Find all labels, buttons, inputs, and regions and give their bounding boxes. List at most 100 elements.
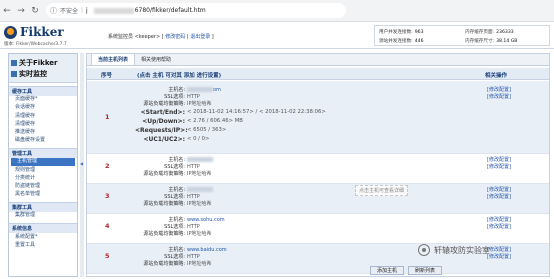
edit-config-link[interactable]: [修改配置] (487, 247, 511, 254)
change-password-link[interactable]: 修改密码 (165, 34, 185, 40)
forward-icon[interactable]: → (14, 4, 28, 18)
sidebar-section-system: 系统信息 (9, 223, 77, 234)
url-prefix: j (86, 7, 88, 14)
table-row: 2 主机名: SSL选项: 源站负载均衡策略: HTTP IP地址哈希 [修改配置] … (87, 154, 549, 184)
row-values: www.baidu.com HTTP IP地址哈希 (187, 247, 407, 268)
version-label: 版本: Fikker/Webcache/3.7.7 (4, 42, 67, 47)
sidebar: 关于Fikker 实时监控 缓存工具 页面缓存* 会话缓存 清理缓存 清理缓存 … (8, 53, 78, 277)
row-num: 2 (105, 162, 110, 170)
back-icon[interactable]: ← (0, 4, 14, 18)
host-name-link[interactable]: om (187, 87, 407, 94)
sidebar-item-rule-manage[interactable]: 规则管理 (9, 166, 77, 174)
edit-config-link-2[interactable]: [修改配置] (487, 254, 511, 261)
info-icon[interactable]: ⓘ (50, 6, 57, 16)
monitor-bar: 系统监控员 <keeper> [ 修改密码 | 退出登录 ] (108, 34, 214, 40)
tab-host-list[interactable]: 当前主机列表 (91, 54, 136, 65)
sidebar-item-cluster[interactable]: 集群管理 (9, 212, 77, 220)
page-header: Fikker 版本: Fikker/Webcache/3.7.7 系统监控员 <… (0, 22, 554, 49)
row-values: HTTP IP地址哈希 (187, 157, 407, 178)
row-values: www.sohu.com HTTP IP地址哈希 (187, 217, 407, 238)
stats-panel: 用户并发连接数: 963 内存缓存页面: 236333 源站并发连接数: 446 内存… (374, 25, 550, 46)
monitor-user: 系统监控员 <keeper> (108, 34, 161, 40)
logo-icon (4, 25, 17, 39)
edit-config-link-2[interactable]: [修改配置] (487, 94, 511, 101)
logo-text: Fikker (20, 25, 64, 39)
add-host-button[interactable]: 添加主机 (370, 266, 405, 275)
sidebar-item-clear-cache-2[interactable]: 清理缓存 (9, 121, 77, 129)
col-num: 序号 (101, 73, 113, 79)
edit-config-link-2[interactable]: [修改配置] (487, 194, 511, 201)
host-name-link[interactable] (187, 157, 407, 164)
table-header: 序号 (点击 主机 可对其 添加 进行设置) 相关操作 (87, 68, 549, 80)
sidebar-item-push-cache[interactable]: 推送缓存 (9, 129, 77, 137)
row-labels: 主机名: SSL选项: 源站负载均衡策略: (143, 157, 185, 177)
sidebar-section-cluster: 集群工具 (9, 202, 77, 213)
edit-config-link[interactable]: [修改配置] (487, 157, 511, 164)
browser-toolbar: ← → ↻ ⓘ 不安全 | j 6780/fikker/default.htm (0, 0, 554, 22)
url-redacted (93, 7, 134, 14)
row-ops: [修改配置] [修改配置] (487, 87, 511, 101)
about-icon (11, 59, 17, 66)
stat-memory-pages: 内存缓存页面: 236333 (465, 30, 514, 35)
col-desc: (点击 主机 可对其 添加 进行设置) (137, 73, 222, 79)
edit-config-link[interactable]: [修改配置] (487, 87, 511, 94)
sidebar-item-stats[interactable]: 分类统计 (9, 175, 77, 183)
sidebar-item-page-cache[interactable]: 页面缓存* (9, 96, 77, 104)
sidebar-item-reset-tool[interactable]: 重置工具 (9, 241, 77, 249)
table-row: 4 主机名: SSL选项: 源站负载均衡策略: www.sohu.com HTTP I… (87, 214, 549, 244)
sidebar-item-disk-cache[interactable]: 磁盘缓存设置 (9, 137, 77, 145)
sidebar-item-blacklist[interactable]: 黑名单管理 (9, 191, 77, 199)
sidebar-item-hotlink[interactable]: 防盗链管理 (9, 183, 77, 191)
sidebar-splitter[interactable] (80, 53, 84, 277)
hover-tooltip: 点击主机可查看详细 (355, 185, 409, 196)
row-num: 4 (105, 222, 110, 230)
host-name-link[interactable]: www.baidu.com (187, 247, 407, 254)
security-label: 不安全 (60, 8, 79, 15)
edit-config-link[interactable]: [修改配置] (487, 217, 511, 224)
sidebar-section-manage: 管理工具 (9, 148, 77, 159)
logo: Fikker (4, 25, 64, 39)
stat-origin-connections: 源站并发连接数: 446 (379, 39, 424, 44)
host-name-link[interactable]: www.sohu.com (187, 217, 407, 224)
monitor-icon (11, 70, 17, 77)
row-num: 3 (105, 192, 110, 200)
sidebar-section-cache: 缓存工具 (9, 86, 77, 96)
address-bar[interactable]: ⓘ 不安全 | j 6780/fikker/default.htm (46, 3, 346, 18)
row-ops: [修改配置] [修改配置] (487, 247, 511, 261)
tab-help[interactable]: 相关使用帮助 (135, 54, 177, 65)
url-text: 6780/fikker/default.htm (134, 7, 206, 14)
edit-config-link-2[interactable]: [修改配置] (487, 164, 511, 171)
sidebar-item-session-cache[interactable]: 会话缓存 (9, 104, 77, 112)
row-ops: [修改配置] [修改配置] (487, 187, 511, 201)
sidebar-item-system-config[interactable]: 系统配置* (9, 233, 77, 241)
url-separator: | (81, 7, 84, 14)
row-num: 5 (105, 252, 110, 260)
row-num: 1 (105, 113, 110, 121)
stat-user-connections: 用户并发连接数: 963 (379, 30, 424, 35)
refresh-list-button[interactable]: 刷新列表 (408, 266, 443, 275)
tab-bar: 当前主机列表 相关使用帮助 (87, 54, 549, 66)
sidebar-top: 关于Fikker 实时监控 (9, 54, 77, 83)
bottom-buttons: 添加主机 刷新列表 (370, 266, 443, 275)
row-ops: [修改配置] [修改配置] (487, 217, 511, 231)
row-labels: 主机名: SSL选项: 源站负载均衡策略: <Start/End>: <Up/D… (135, 87, 188, 143)
table-row: 1 主机名: SSL选项: 源站负载均衡策略: <Start/End>: <Up… (87, 81, 549, 154)
sidebar-item-clear-cache[interactable]: 清理缓存 (9, 112, 77, 120)
logout-link[interactable]: 退出登录 (190, 34, 210, 40)
reload-icon[interactable]: ↻ (28, 4, 42, 18)
sidebar-item-realtime[interactable]: 实时监控 (11, 68, 75, 79)
row-labels: 主机名: SSL选项: 源站负载均衡策略: (143, 187, 185, 207)
table-row: 3 主机名: SSL选项: 源站负载均衡策略: HTTP IP地址哈希 [修改配置] … (87, 184, 549, 214)
row-values: om HTTP IP地址哈希 < 2018-11-02 14:16:57> / … (187, 87, 407, 144)
stat-memory-size: 内存缓存尺寸: 38.14 GB (465, 39, 518, 44)
edit-config-link[interactable]: [修改配置] (487, 187, 511, 194)
row-labels: 主机名: SSL选项: 源站负载均衡策略: (143, 217, 185, 237)
sidebar-item-about[interactable]: 关于Fikker (11, 57, 75, 68)
row-ops: [修改配置] [修改配置] (487, 157, 511, 171)
col-ops: 相关操作 (485, 73, 508, 79)
watermark: 轩辕攻防实验室 (418, 244, 490, 256)
row-labels: 主机名: SSL选项: 源站负载均衡策略: (143, 247, 185, 267)
sidebar-item-host-manage[interactable]: 主机管理 (11, 158, 75, 167)
wechat-icon (418, 244, 430, 256)
edit-config-link-2[interactable]: [修改配置] (487, 224, 511, 231)
